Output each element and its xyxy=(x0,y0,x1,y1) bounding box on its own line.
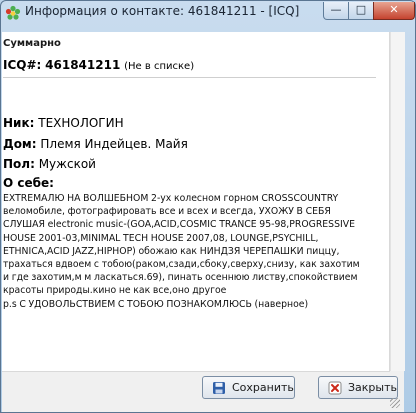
gender-value: Мужской xyxy=(38,157,96,171)
about-label: О себе: xyxy=(3,176,54,190)
gender-row: Пол: Мужской xyxy=(3,157,96,171)
about-line: красоты природы.кино не как все,оно друг… xyxy=(3,285,227,297)
close-button[interactable]: Закрыть xyxy=(318,376,398,399)
contact-info-window: Информация о контакте: 461841211 - [ICQ]… xyxy=(0,0,416,413)
nick-value: ТЕХНОЛОГИН xyxy=(38,116,124,130)
window-title: Информация о контакте: 461841211 - [ICQ] xyxy=(25,4,300,18)
not-in-list-note: (Не в списке) xyxy=(124,61,195,72)
minimize-button[interactable]: — xyxy=(323,2,349,20)
contact-details-panel[interactable]: Суммарно ICQ#: 461841211 (Не в списке) Н… xyxy=(2,32,390,372)
vertical-scrollbar[interactable] xyxy=(390,32,405,371)
icq-number-line: ICQ#: 461841211 (Не в списке) xyxy=(3,58,194,72)
summary-header: Суммарно xyxy=(3,38,61,49)
save-button-label: Сохранить xyxy=(232,381,294,394)
icq-number: 461841211 xyxy=(45,58,121,72)
title-bar[interactable]: Информация о контакте: 461841211 - [ICQ]… xyxy=(1,1,415,29)
about-line: p.s С УДОВОЛЬСТВИЕМ С ТОБОЮ ПОЗНАКОМЛЮСЬ… xyxy=(3,298,309,310)
maximize-button[interactable]: □ xyxy=(348,2,374,20)
about-line: СЛУШАЯ electronic music-(GOA,ACID,COSMIC… xyxy=(3,219,355,231)
home-row: Дом: Племя Индейцев. Майя xyxy=(3,137,188,151)
resize-grip[interactable] xyxy=(390,398,400,408)
about-line: трахаться вдвоем с тобою(раком,сзади,сбо… xyxy=(3,259,360,271)
save-button[interactable]: Сохранить xyxy=(202,376,295,399)
icq-label: ICQ#: xyxy=(3,58,42,72)
about-line: ETHNICA,ACID JAZZ,HIPHOP) обожаю как НИН… xyxy=(3,245,340,257)
window-client-area: Суммарно ICQ#: 461841211 (Не в списке) Н… xyxy=(2,32,405,412)
nick-label: Ник: xyxy=(3,116,35,130)
close-window-button[interactable]: ✕ xyxy=(373,2,415,20)
close-button-label: Закрыть xyxy=(348,381,397,394)
about-line: HOUSE 2001-03,MINIMAL TECH HOUSE 2007,08… xyxy=(3,232,319,244)
icq-flower-icon xyxy=(5,5,21,20)
home-label: Дом: xyxy=(3,137,37,151)
gender-label: Пол: xyxy=(3,157,35,171)
about-line: веломобиле, фотографировать все и всех и… xyxy=(3,206,331,218)
about-text: EXTREMAЛЮ НА ВОЛШЕБНОМ 2-ух колесном гор… xyxy=(3,192,383,311)
close-icon xyxy=(328,381,342,395)
save-icon xyxy=(212,381,226,395)
nick-row: Ник: ТЕХНОЛОГИН xyxy=(3,116,124,130)
about-line: и где захотим,м м ласкаться.69), пинать … xyxy=(3,272,358,284)
home-value: Племя Индейцев. Майя xyxy=(40,137,188,151)
section-divider xyxy=(3,77,376,78)
about-line: EXTREMAЛЮ НА ВОЛШЕБНОМ 2-ух колесном гор… xyxy=(3,193,339,204)
